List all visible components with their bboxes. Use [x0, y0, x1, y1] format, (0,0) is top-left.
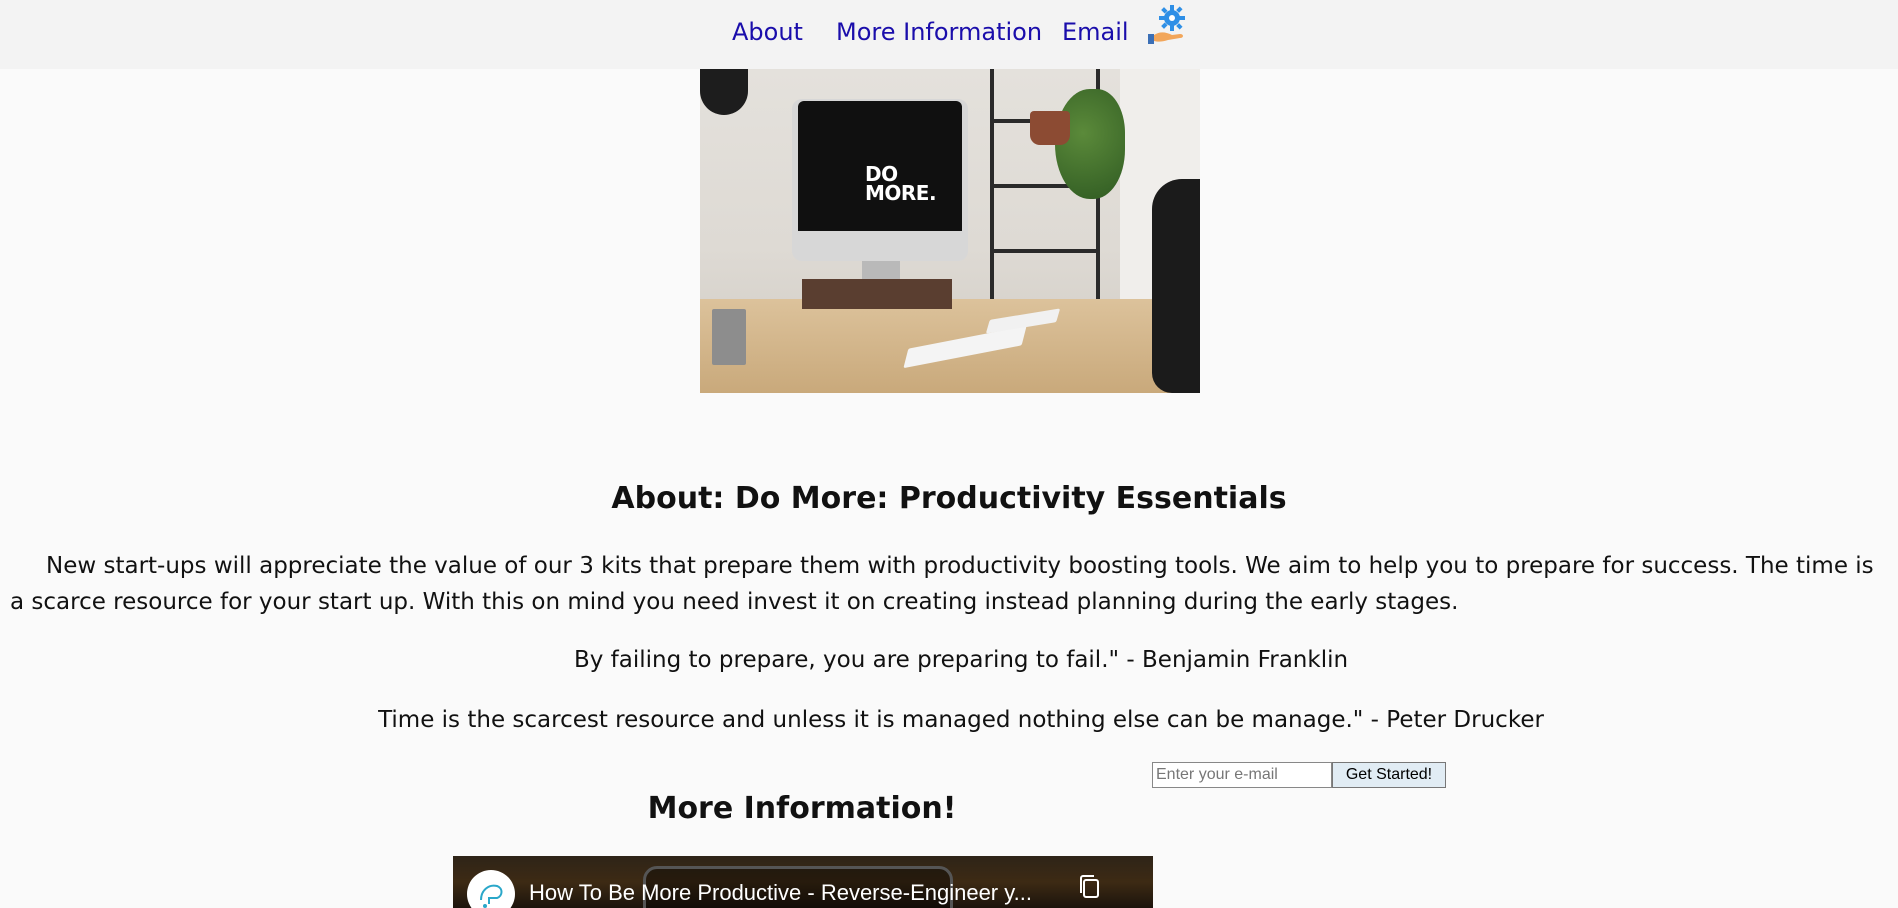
quote-franklin: By failing to prepare, you are preparing… — [573, 647, 1349, 673]
channel-avatar-icon[interactable] — [467, 870, 515, 908]
hero-shelf-bar — [990, 249, 1100, 253]
nav-link-email[interactable]: Email — [1062, 18, 1129, 46]
hero-screen-line-2: MORE. — [865, 181, 937, 205]
nav-link-about[interactable]: About — [732, 18, 803, 46]
hero-pen-cup — [712, 309, 746, 365]
hero-plant — [1055, 89, 1125, 199]
video-embed[interactable]: How To Be More Productive - Reverse-Engi… — [453, 856, 1153, 908]
about-paragraph: New start-ups will appreciate the value … — [10, 553, 1874, 615]
channel-logo-icon — [468, 871, 514, 908]
quote-drucker: Time is the scarcest resource and unless… — [378, 707, 1544, 733]
hero-image: DO MORE. — [700, 69, 1200, 393]
video-title[interactable]: How To Be More Productive - Reverse-Engi… — [529, 880, 1032, 906]
nav-link-more-information[interactable]: More Information — [836, 18, 1042, 46]
hero-monitor-stand — [862, 261, 900, 281]
email-input[interactable] — [1152, 762, 1332, 788]
top-nav: About More Information Email — [0, 0, 1898, 69]
get-started-button[interactable]: Get Started! — [1332, 762, 1446, 788]
hero-screen-text: DO MORE. — [865, 164, 937, 205]
hero-lamp — [700, 69, 748, 115]
about-heading: About: Do More: Productivity Essentials — [611, 481, 1287, 516]
hero-chair — [1152, 179, 1200, 393]
more-information-heading: More Information! — [647, 791, 957, 826]
hand-gear-logo-icon[interactable] — [1146, 4, 1188, 46]
copy-link-icon[interactable] — [1077, 874, 1101, 900]
hero-riser — [802, 279, 952, 309]
hero-pot — [1030, 111, 1070, 145]
